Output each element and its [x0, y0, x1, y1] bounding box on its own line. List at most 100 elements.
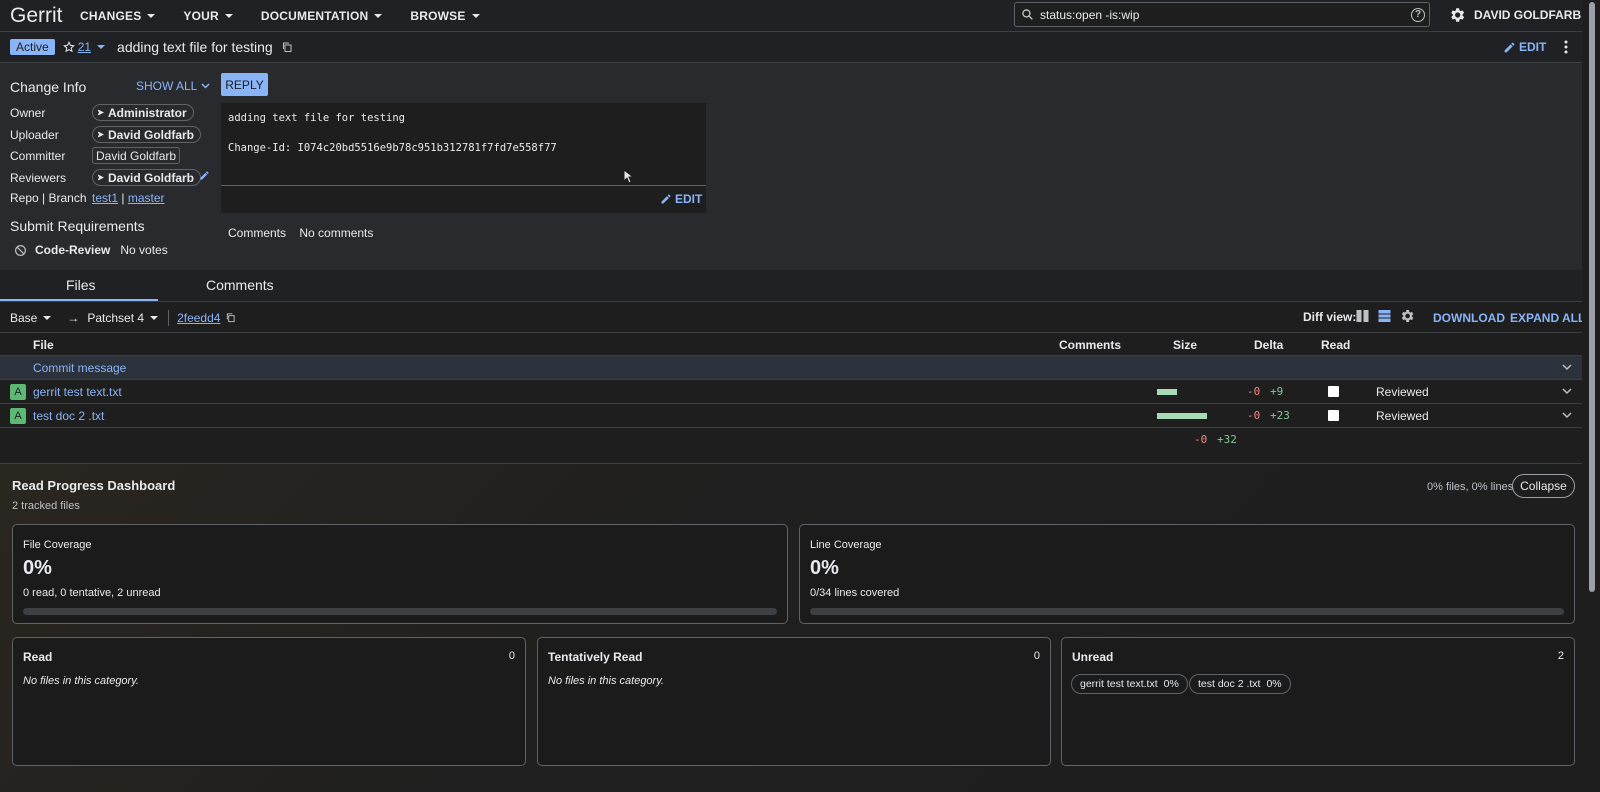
submit-requirements-title: Submit Requirements [10, 218, 145, 234]
unread-category-count: 2 [1557, 650, 1564, 662]
arrow-right-icon: → [67, 310, 80, 325]
comments-summary: Comments No comments [228, 226, 373, 240]
show-all-button[interactable]: SHOW ALL [136, 79, 210, 93]
scrollbar-thumb[interactable] [1589, 2, 1595, 592]
delta-minus: -0 [1247, 409, 1261, 422]
file-link[interactable]: gerrit test text.txt [33, 385, 122, 399]
dashboard-title: Read Progress Dashboard [12, 478, 176, 493]
status-badge: Active [10, 39, 55, 55]
chevron-down-icon [471, 13, 480, 18]
file-link[interactable]: test doc 2 .txt [33, 409, 104, 423]
commit-message-row[interactable]: Commit message [0, 356, 1582, 380]
account-menu[interactable]: DAVID GOLDFARB [1474, 8, 1581, 22]
gear-icon[interactable] [1399, 308, 1415, 324]
read-category-card: Read 0 No files in this category. [12, 637, 526, 766]
nav-browse[interactable]: BROWSE [410, 8, 480, 23]
chevron-down-icon[interactable] [1562, 364, 1572, 371]
line-coverage-progress [810, 608, 1564, 615]
star-button[interactable]: 21 [62, 40, 106, 54]
file-coverage-title: File Coverage [23, 539, 92, 551]
nav-changes[interactable]: CHANGES [80, 8, 156, 23]
file-coverage-value: 0% [23, 557, 52, 579]
chevron-down-icon [43, 315, 52, 320]
size-bar [1157, 413, 1207, 419]
side-by-side-icon[interactable] [1356, 309, 1369, 323]
commit-sha-link[interactable]: 2feedd4 [177, 311, 220, 325]
nav-changes-label: CHANGES [80, 8, 142, 23]
uploader-chip[interactable]: David Goldfarb [92, 126, 202, 143]
line-coverage-card: Line Coverage 0% 0/34 lines covered [799, 524, 1575, 624]
chevron-down-icon[interactable] [1562, 412, 1572, 419]
edit-commit-label: EDIT [675, 192, 703, 206]
uploader-name: David Goldfarb [108, 127, 195, 142]
owner-chip[interactable]: Administrator [92, 104, 194, 121]
requirement-status: No votes [120, 243, 168, 257]
table-row[interactable]: A test doc 2 .txt -0 +23 Reviewed [0, 404, 1582, 428]
divider [221, 185, 706, 186]
tab-comments[interactable]: Comments [206, 277, 274, 293]
commit-message-text: adding text file for testing Change-Id: … [228, 112, 557, 154]
committer-label: Committer [10, 149, 66, 163]
reply-button[interactable]: REPLY [221, 73, 268, 96]
reviewer-name: David Goldfarb [108, 170, 195, 185]
read-checkbox[interactable] [1328, 410, 1339, 421]
column-delta: Delta [1254, 338, 1284, 352]
column-size: Size [1173, 338, 1198, 352]
expand-all-button[interactable]: EXPAND ALL [1510, 311, 1585, 325]
repo-link[interactable]: test1 [92, 191, 118, 205]
active-tab-indicator [0, 299, 158, 301]
nav-your[interactable]: YOUR [183, 9, 233, 23]
search-input[interactable] [1040, 7, 1411, 22]
chevron-down-icon[interactable] [1562, 388, 1572, 395]
code-review-requirement[interactable]: Code-Review No votes [14, 243, 168, 257]
unread-file-pct: 0% [1163, 678, 1179, 690]
unread-category-title: Unread [1072, 650, 1114, 664]
gerrit-logo[interactable]: Gerrit [10, 4, 80, 28]
unread-file-pill[interactable]: gerrit test text.txt 0% [1071, 674, 1188, 694]
chevron-down-icon [201, 83, 210, 89]
committer-chip[interactable]: David Goldfarb [92, 147, 181, 164]
collapse-button[interactable]: Collapse [1512, 474, 1575, 498]
copy-icon[interactable] [281, 41, 293, 53]
commit-message-link[interactable]: Commit message [33, 361, 126, 375]
main-nav: CHANGES YOUR DOCUMENTATION BROWSE [80, 9, 508, 23]
tab-files[interactable]: Files [66, 277, 96, 293]
repo-branch: test1 | master [92, 191, 165, 205]
chevron-down-icon[interactable] [97, 45, 106, 49]
column-comments: Comments [1059, 338, 1122, 352]
edit-change-button[interactable]: EDIT [1503, 40, 1546, 54]
read-checkbox[interactable] [1328, 386, 1339, 397]
chevron-down-icon [147, 13, 156, 18]
unread-file-name: test doc 2 .txt [1198, 678, 1261, 690]
total-plus: +32 [1217, 433, 1237, 446]
diff-view-label: Diff view: [1303, 310, 1357, 324]
base-select[interactable]: Base [10, 311, 52, 325]
unread-category-card: Unread 2 [1061, 637, 1575, 766]
nav-browse-label: BROWSE [410, 8, 466, 23]
owner-name: Administrator [108, 105, 187, 120]
delta-plus: +9 [1270, 385, 1284, 398]
size-bar [1157, 389, 1177, 395]
branch-link[interactable]: master [128, 191, 165, 205]
more-options-icon[interactable] [1563, 40, 1569, 54]
unified-view-icon[interactable] [1378, 309, 1391, 323]
account-icon [97, 174, 104, 181]
unread-file-pill[interactable]: test doc 2 .txt 0% [1189, 674, 1291, 694]
copy-icon[interactable] [225, 312, 236, 323]
search-icon [1022, 9, 1033, 20]
settings-button[interactable] [1448, 6, 1466, 24]
table-row[interactable]: A gerrit test text.txt -0 +9 Reviewed [0, 380, 1582, 404]
edit-reviewers-icon[interactable] [199, 170, 210, 181]
divider [168, 309, 170, 326]
edit-commit-message-button[interactable]: EDIT [660, 192, 702, 206]
help-icon[interactable]: ? [1411, 7, 1425, 22]
nav-documentation[interactable]: DOCUMENTATION [261, 9, 383, 23]
dashboard-summary: 0% files, 0% lines [1427, 481, 1514, 493]
reviewer-chip[interactable]: David Goldfarb [92, 169, 202, 186]
file-coverage-card: File Coverage 0% 0 read, 0 tentative, 2 … [12, 524, 788, 624]
star-count[interactable]: 21 [78, 40, 91, 54]
download-button[interactable]: DOWNLOAD [1433, 311, 1505, 325]
dashboard-subtitle: 2 tracked files [12, 500, 80, 512]
tentative-category-card: Tentatively Read 0 No files in this cate… [537, 637, 1051, 766]
patchset-select[interactable]: Patchset 4 [87, 311, 159, 325]
